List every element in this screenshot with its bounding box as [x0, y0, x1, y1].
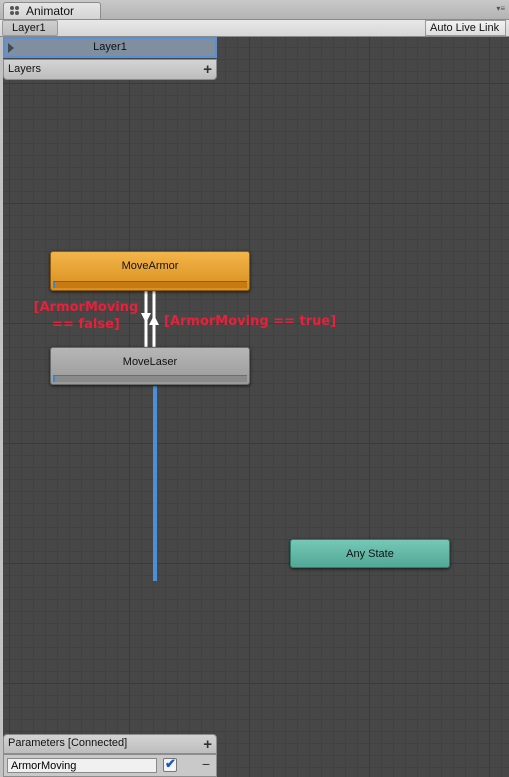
layers-title: Layers — [8, 63, 42, 75]
layers-header: Layers + — [3, 59, 217, 80]
annotation-armor-moving-false: [ArmorMoving == false] — [33, 300, 139, 332]
state-label: Any State — [346, 548, 394, 560]
parameter-bool-checkbox[interactable]: ✔ — [163, 756, 177, 772]
parameters-panel: Parameters [Connected] + ✔ − — [3, 734, 217, 777]
arrow-up-icon — [149, 315, 159, 325]
parameters-header: Parameters [Connected] + — [3, 734, 217, 754]
state-progress-bar — [53, 281, 247, 288]
add-parameter-button[interactable]: + — [203, 736, 212, 753]
parameter-row: ✔ − — [3, 754, 217, 777]
state-progress-bar — [53, 375, 247, 382]
checkmark-icon: ✔ — [165, 756, 176, 771]
state-move-armor[interactable]: MoveArmor — [50, 251, 250, 291]
parameter-name-field[interactable] — [7, 758, 157, 773]
arrow-down-icon — [141, 313, 151, 323]
add-layer-button[interactable]: + — [203, 61, 212, 78]
layers-panel: Layer1 Layers + — [3, 37, 217, 80]
layer-item-layer1[interactable]: Layer1 — [3, 37, 217, 58]
state-label: MoveLaser — [122, 356, 178, 368]
state-label: MoveArmor — [121, 260, 179, 272]
transition-arrows[interactable] — [0, 0, 509, 777]
remove-parameter-button[interactable]: − — [202, 756, 210, 772]
state-any-state[interactable]: Any State — [290, 539, 450, 568]
layer-item-label: Layer1 — [93, 41, 127, 53]
parameters-title: Parameters [Connected] — [8, 737, 128, 749]
annotation-armor-moving-true: [ArmorMoving == true] — [164, 314, 337, 329]
state-move-laser[interactable]: MoveLaser — [50, 347, 250, 385]
